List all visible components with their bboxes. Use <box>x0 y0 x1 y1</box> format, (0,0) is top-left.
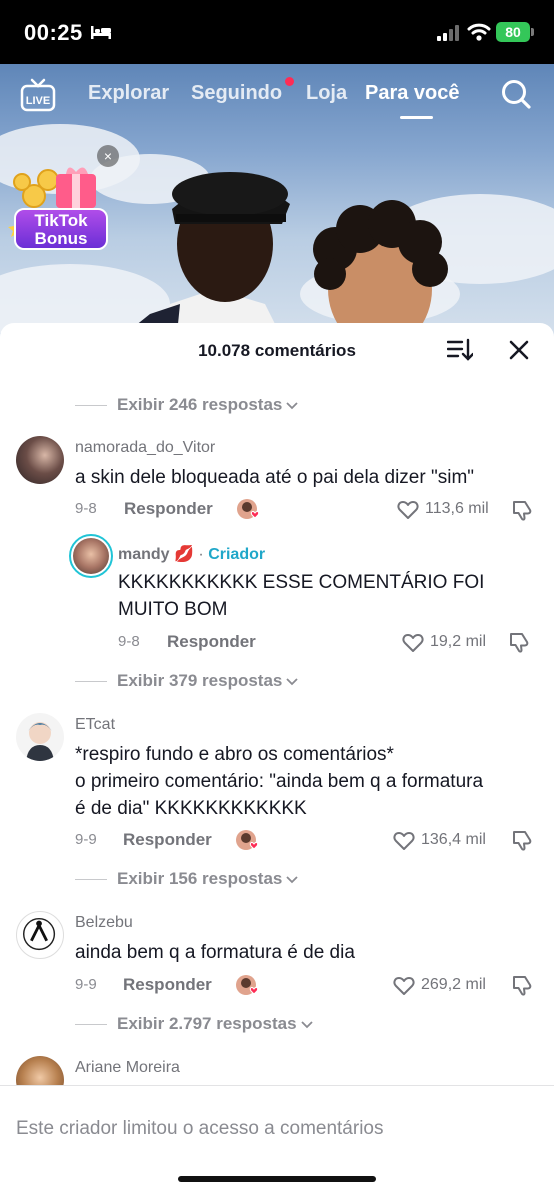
comment-text: ainda bem q a formatura é de dia <box>75 942 355 963</box>
comment-text-line: é de dia" KKKKKKKKKKKK <box>75 798 307 819</box>
comment-username[interactable]: namorada_do_Vitor <box>75 439 215 457</box>
tiktok-bonus-badge[interactable]: TikTok Bonus <box>14 208 108 250</box>
creator-tag: Criador <box>208 546 266 563</box>
tab-seguindo[interactable]: Seguindo <box>191 82 282 105</box>
comment-text: *respiro fundo e abro os comentários* o … <box>75 741 545 822</box>
reply-username[interactable]: mandy <box>118 546 170 563</box>
divider-line <box>75 1024 107 1026</box>
view-replies-label: Exibir 2.797 respostas <box>117 1014 297 1033</box>
heart-icon[interactable] <box>393 831 415 851</box>
dislike-icon[interactable] <box>511 499 533 521</box>
search-icon[interactable] <box>500 78 532 110</box>
like-count: 136,4 mil <box>421 831 486 848</box>
wifi-icon <box>467 23 491 41</box>
view-replies-button[interactable]: Exibir 156 respostas <box>75 869 299 889</box>
tab-loja[interactable]: Loja <box>306 82 347 105</box>
divider-line <box>75 405 107 407</box>
comment-input-bar: Este criador limitou o acesso a comentár… <box>0 1085 554 1199</box>
tab-explorar[interactable]: Explorar <box>88 82 169 105</box>
lips-emoji: 💋 <box>174 546 194 563</box>
heart-icon[interactable] <box>393 976 415 996</box>
chevron-down-icon <box>300 1020 313 1028</box>
divider-line <box>75 879 107 881</box>
status-bar: 00:25 80 <box>0 0 554 64</box>
dislike-icon[interactable] <box>511 974 533 996</box>
reply-button[interactable]: Responder <box>124 499 213 519</box>
reply-button[interactable]: Responder <box>123 975 212 995</box>
like-count: 269,2 mil <box>421 976 486 993</box>
avatar[interactable] <box>16 713 64 761</box>
live-icon[interactable]: LIVE <box>20 78 56 112</box>
avatar-image <box>26 722 54 761</box>
comments-restricted-notice: Este criador limitou o acesso a comentár… <box>16 1118 384 1139</box>
status-time: 00:25 <box>24 20 83 45</box>
view-replies-button[interactable]: Exibir 2.797 respostas <box>75 1014 313 1034</box>
home-indicator[interactable] <box>178 1176 376 1182</box>
cellular-signal-icon <box>437 25 459 41</box>
view-replies-button[interactable]: Exibir 246 respostas <box>75 395 299 415</box>
creator-liked-icon <box>237 499 260 519</box>
view-replies-label: Exibir 246 respostas <box>117 395 283 414</box>
divider-line <box>75 681 107 683</box>
creator-liked-icon <box>236 975 259 995</box>
comment-text: a skin dele bloqueada até o pai dela diz… <box>75 467 475 488</box>
reply-username-row: mandy 💋 · Criador <box>118 544 265 564</box>
like-count: 113,6 mil <box>425 500 489 517</box>
comment-date: 9-9 <box>75 976 97 993</box>
svg-text:LIVE: LIVE <box>26 95 50 107</box>
close-icon[interactable] <box>507 338 531 362</box>
chevron-down-icon <box>286 677 299 685</box>
comment-date: 9-9 <box>75 831 97 848</box>
comment-date: 9-8 <box>75 500 97 517</box>
tab-para-voce[interactable]: Para você <box>365 82 460 105</box>
comments-sheet: 10.078 comentários Exibir 246 respostas … <box>0 323 554 1199</box>
avatar[interactable] <box>69 534 113 578</box>
like-count: 19,2 mil <box>430 633 487 650</box>
heart-icon[interactable] <box>402 633 424 653</box>
avatar[interactable] <box>16 436 64 484</box>
separator-dot: · <box>198 546 204 563</box>
comment-text-line: *respiro fundo e abro os comentários* <box>75 744 394 765</box>
dislike-icon[interactable] <box>511 829 533 851</box>
chevron-down-icon <box>286 401 299 409</box>
view-replies-label: Exibir 379 respostas <box>117 671 283 690</box>
view-replies-button[interactable]: Exibir 379 respostas <box>75 671 299 691</box>
view-replies-label: Exibir 156 respostas <box>117 869 283 888</box>
reply-date: 9-8 <box>118 633 140 650</box>
avatar-image <box>22 917 56 951</box>
active-tab-indicator <box>400 116 433 119</box>
bonus-label-line1: TikTok <box>34 211 88 230</box>
sleep-focus-icon <box>91 26 111 39</box>
bonus-label-line2: Bonus <box>34 229 88 248</box>
heart-icon[interactable] <box>397 500 419 520</box>
reply-text: KKKKKKKKKKK ESSE COMENTÁRIO FOI MUITO BO… <box>118 572 485 620</box>
notification-dot <box>285 77 294 86</box>
battery-level: 80 <box>496 22 530 42</box>
comment-username[interactable]: ETcat <box>75 716 115 734</box>
avatar[interactable] <box>16 911 64 959</box>
reply-button[interactable]: Responder <box>123 830 212 850</box>
sort-icon[interactable] <box>447 338 473 362</box>
comment-text-line: o primeiro comentário: "ainda bem q a fo… <box>75 771 484 792</box>
reply-button[interactable]: Responder <box>167 632 256 652</box>
dislike-icon[interactable] <box>508 631 530 653</box>
battery-tip <box>531 28 534 36</box>
top-navigation: LIVE Explorar Seguindo Loja Para você <box>0 64 554 124</box>
creator-liked-icon <box>236 830 259 850</box>
chevron-down-icon <box>286 875 299 883</box>
bonus-close-button[interactable]: × <box>97 145 119 167</box>
comment-username[interactable]: Belzebu <box>75 914 133 932</box>
comment-username[interactable]: Ariane Moreira <box>75 1059 180 1077</box>
